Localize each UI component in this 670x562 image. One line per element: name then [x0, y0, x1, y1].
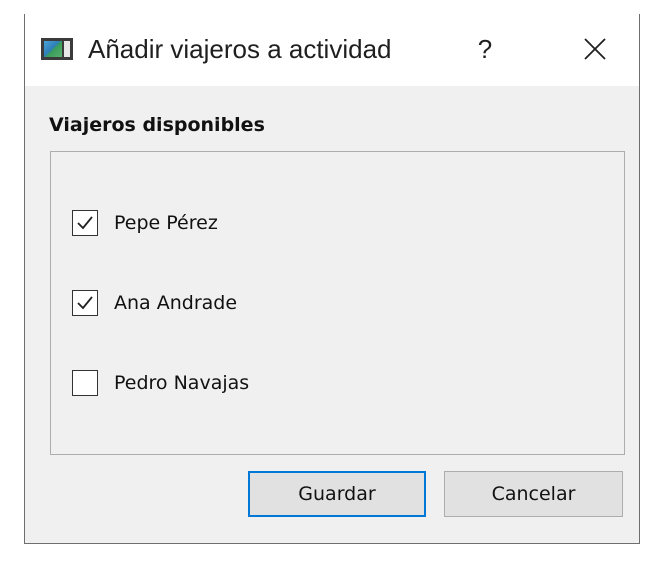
save-button[interactable]: Guardar — [248, 471, 426, 517]
traveler-checkbox-pedro[interactable] — [72, 370, 98, 396]
dialog-window: Añadir viajeros a actividad ? Viajeros d… — [24, 14, 640, 544]
traveler-item-ana[interactable]: Ana Andrade — [72, 289, 237, 317]
checkmark-icon — [77, 296, 93, 310]
app-icon-slot — [64, 41, 70, 57]
traveler-checkbox-ana[interactable] — [72, 290, 98, 316]
help-button[interactable]: ? — [465, 32, 505, 66]
traveler-name: Ana Andrade — [114, 292, 238, 314]
cancel-button[interactable]: Cancelar — [444, 471, 623, 517]
dialog-title: Añadir viajeros a actividad — [88, 34, 392, 64]
close-button[interactable] — [571, 32, 619, 66]
travelers-group-box: Pepe Pérez Ana Andrade Pedro Navajas — [50, 151, 625, 455]
checkmark-icon — [77, 216, 93, 230]
app-icon-screen — [44, 41, 62, 57]
traveler-checkbox-pepe[interactable] — [72, 210, 98, 236]
close-icon — [584, 38, 606, 60]
traveler-name: Pedro Navajas — [114, 372, 250, 394]
group-box-title: Viajeros disponibles — [49, 114, 265, 136]
traveler-item-pepe[interactable]: Pepe Pérez — [72, 209, 218, 237]
traveler-item-pedro[interactable]: Pedro Navajas — [72, 369, 249, 397]
app-window-icon — [41, 38, 73, 60]
title-bar[interactable]: Añadir viajeros a actividad ? — [25, 14, 639, 86]
traveler-name: Pepe Pérez — [114, 212, 218, 234]
